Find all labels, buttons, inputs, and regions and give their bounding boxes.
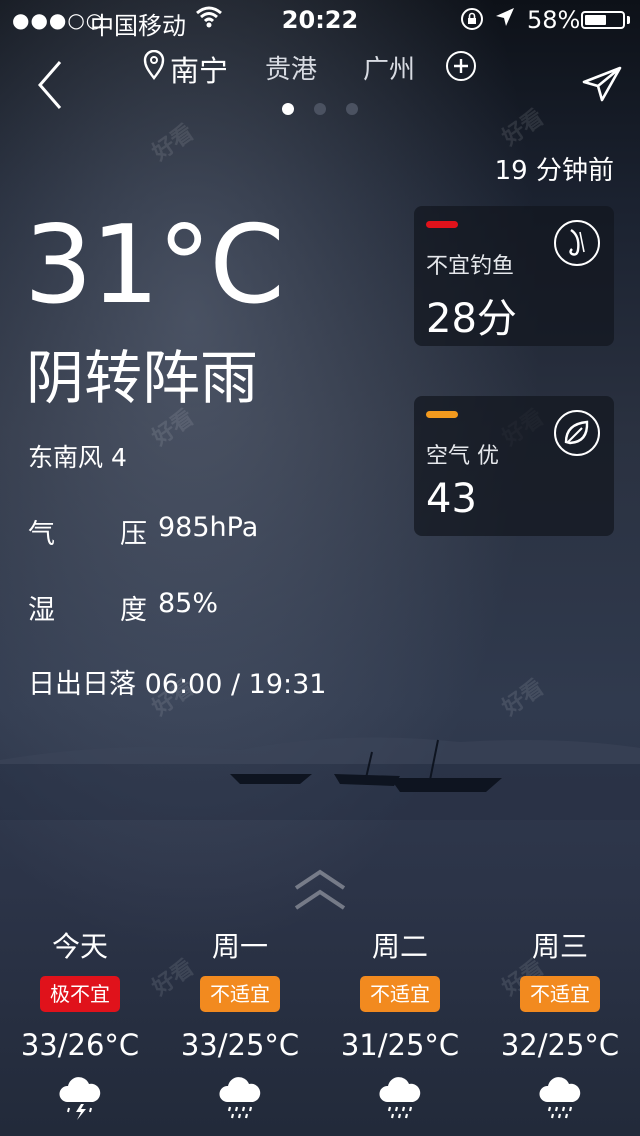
humidity-value: 85% <box>158 588 219 619</box>
weather-condition: 阴转阵雨 <box>26 344 259 412</box>
city-tab-nanning[interactable]: 南宁 <box>170 48 228 90</box>
page-dot <box>346 103 358 115</box>
forecast-suitability-badge: 不适宜 <box>520 976 600 1012</box>
page-dot <box>314 103 326 115</box>
city-tab-guigang[interactable]: 贵港 <box>265 49 317 86</box>
watermark: 好看 <box>148 120 199 166</box>
wind-info: 东南风 4 <box>28 443 127 472</box>
battery-percent: 58% <box>527 6 581 34</box>
rain-icon <box>480 1072 640 1122</box>
fishing-title: 不宜钓鱼 <box>426 254 515 279</box>
share-button[interactable] <box>582 66 622 106</box>
rain-icon <box>320 1072 480 1122</box>
back-button[interactable] <box>30 58 74 112</box>
forecast-day[interactable]: 周一 <box>160 925 320 965</box>
air-quality-value: 43 <box>426 476 477 522</box>
forecast-temp-range: 32/25°C <box>500 1028 620 1062</box>
fishing-card[interactable]: 不宜钓鱼 28分 <box>414 206 614 346</box>
air-quality-title: 空气 优 <box>426 444 499 469</box>
forecast-suitability-badge: 不适宜 <box>360 976 440 1012</box>
leaf-icon <box>554 410 600 456</box>
watermark: 好看 <box>498 105 549 151</box>
air-quality-status-bar <box>426 411 458 418</box>
forecast-day[interactable]: 今天 <box>0 925 160 965</box>
forecast-day[interactable]: 周三 <box>480 925 640 965</box>
city-tab-guangzhou[interactable]: 广州 <box>363 49 415 86</box>
pressure-label: 气 <box>28 519 55 550</box>
page-dot-active <box>282 103 294 115</box>
forecast-temp-range: 31/25°C <box>340 1028 460 1062</box>
forecast-day[interactable]: 周二 <box>320 925 480 965</box>
battery-tip <box>627 16 630 24</box>
forecast-badge-wrap: 不适宜 <box>320 976 480 1012</box>
expand-up-icon[interactable] <box>292 868 348 920</box>
battery-level <box>585 15 606 25</box>
fishing-rod-icon <box>554 220 600 266</box>
humidity-label: 湿 <box>28 595 55 626</box>
battery-icon <box>581 11 625 29</box>
rain-icon <box>160 1072 320 1122</box>
lake-scenery <box>0 737 640 820</box>
thunder-rain-icon <box>0 1072 160 1122</box>
location-pin-icon <box>143 49 165 84</box>
forecast-temp-range: 33/26°C <box>20 1028 140 1062</box>
location-services-icon <box>494 6 516 34</box>
air-quality-card[interactable]: 空气 优 43 <box>414 396 614 536</box>
humidity-label-2: 度 <box>120 595 147 626</box>
forecast-badge-wrap: 极不宜 <box>0 976 160 1012</box>
forecast-badge-wrap: 不适宜 <box>480 976 640 1012</box>
sunrise-sunset: 日出日落 06:00 / 19:31 <box>28 669 327 700</box>
forecast-badge-wrap: 不适宜 <box>160 976 320 1012</box>
status-bar: ●●●○○ 中国移动 20:22 58% <box>0 0 640 40</box>
forecast-suitability-badge: 极不宜 <box>40 976 120 1012</box>
current-temperature: 31°C <box>24 203 285 328</box>
fishing-score: 28分 <box>426 296 517 342</box>
updated-time: 19 分钟前 <box>494 156 614 186</box>
add-city-button[interactable] <box>446 51 476 81</box>
pressure-value: 985hPa <box>158 512 259 543</box>
rotation-lock-icon <box>460 7 484 36</box>
fishing-status-bar <box>426 221 458 228</box>
forecast-temp-range: 33/25°C <box>180 1028 300 1062</box>
forecast-suitability-badge: 不适宜 <box>200 976 280 1012</box>
pressure-label-2: 压 <box>120 519 147 550</box>
